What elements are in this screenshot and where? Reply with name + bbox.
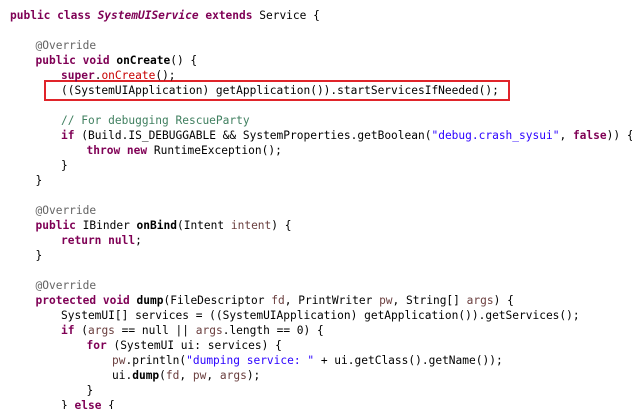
code-token: @Override <box>35 39 97 52</box>
code-token: args <box>87 324 115 337</box>
code-token: } <box>86 384 94 397</box>
code-token: throw new <box>86 144 154 157</box>
code-token: for <box>86 339 114 352</box>
code-token: { <box>101 399 115 409</box>
code-line: for (SystemUI ui: services) { <box>87 338 282 353</box>
code-token: pw <box>192 369 207 382</box>
code-token: dump <box>136 294 164 307</box>
code-line: public class SystemUIService extends Ser… <box>10 8 320 23</box>
code-line: throw new RuntimeException(); <box>87 143 282 158</box>
code-token: ( <box>81 324 88 337</box>
code-token: (Build.IS_DEBUGGABLE && SystemProperties… <box>81 129 432 142</box>
code-token: .println( <box>125 354 187 367</box>
code-token: @Override <box>35 279 97 292</box>
code-token: pw <box>379 294 393 307</box>
code-token: ui. <box>112 369 133 382</box>
code-token: intent <box>230 219 272 232</box>
code-line: } else { <box>61 398 115 409</box>
code-token: onCreate <box>101 69 156 82</box>
code-token: == null || <box>114 324 196 337</box>
code-token: , String[] <box>392 294 467 307</box>
code-token: Service { <box>259 9 320 22</box>
code-line: } <box>36 173 43 188</box>
code-line: SystemUI[] services = ((SystemUIApplicat… <box>61 308 580 323</box>
code-token: IBinder <box>82 219 137 232</box>
code-token: ) { <box>493 294 514 307</box>
code-token: fd <box>165 369 180 382</box>
code-token: } <box>61 399 75 409</box>
code-line: if (args == null || args.length == 0) { <box>61 323 324 338</box>
code-token: fd <box>271 294 285 307</box>
code-token: } <box>35 249 43 262</box>
code-token: else <box>74 399 102 409</box>
code-token: return null <box>61 234 136 247</box>
code-line: public IBinder onBind(Intent intent) { <box>36 218 292 233</box>
code-token: .length == 0) { <box>222 324 324 337</box>
code-token: // For debugging RescueParty <box>61 114 250 127</box>
code-token: args <box>195 324 223 337</box>
code-token: , <box>559 129 573 142</box>
code-token: SystemUI[] services = ((SystemUIApplicat… <box>61 309 580 322</box>
code-line: // For debugging RescueParty <box>61 113 250 128</box>
code-token: (); <box>155 69 176 82</box>
code-token: (FileDescriptor <box>163 294 272 307</box>
code-token: RuntimeException(); <box>153 144 282 157</box>
code-line: ui.dump(fd, pw, args); <box>112 368 260 383</box>
code-line: public void onCreate() { <box>36 53 198 68</box>
code-line: return null; <box>61 233 142 248</box>
code-token: + ui.getClass().getName()); <box>314 354 503 367</box>
code-token: onCreate <box>116 54 171 67</box>
code-token: "debug.crash_sysui" <box>431 129 560 142</box>
code-token: (SystemUI ui: services) { <box>113 339 282 352</box>
code-line: @Override <box>36 38 97 53</box>
code-token: } <box>61 159 68 172</box>
code-token: ); <box>246 369 261 382</box>
code-line: } <box>61 158 68 173</box>
code-token: if <box>61 129 82 142</box>
code-token: , <box>206 369 220 382</box>
code-token: , PrintWriter <box>284 294 380 307</box>
code-line: @Override <box>36 278 97 293</box>
code-token: dump <box>132 369 160 382</box>
code-line: } <box>36 248 43 263</box>
code-token: } <box>35 174 43 187</box>
code-line: @Override <box>36 203 97 218</box>
code-token: args <box>219 369 247 382</box>
code-token: SystemUIService <box>97 9 199 22</box>
code-token: @Override <box>35 204 97 217</box>
code-token: () { <box>170 54 198 67</box>
code-token: onBind <box>136 219 177 232</box>
code-line: if (Build.IS_DEBUGGABLE && SystemPropert… <box>61 128 632 143</box>
code-line: super.onCreate(); <box>61 68 176 83</box>
code-token: pw <box>112 354 126 367</box>
code-token: extends <box>198 9 260 22</box>
code-token: super <box>61 69 95 82</box>
code-editor[interactable]: public class SystemUIService extends Ser… <box>0 0 632 409</box>
code-line: ((SystemUIApplication) getApplication())… <box>61 83 499 98</box>
code-token: ; <box>135 234 142 247</box>
code-token: ( <box>159 369 166 382</box>
code-token: ((SystemUIApplication) getApplication())… <box>61 84 499 97</box>
code-token: , <box>179 369 193 382</box>
code-token: (Intent <box>176 219 231 232</box>
code-token: ) { <box>271 219 292 232</box>
code-token: public <box>35 219 83 232</box>
code-token: args <box>466 294 494 307</box>
code-line: pw.println("dumping service: " + ui.getC… <box>112 353 503 368</box>
code-token: protected void <box>35 294 137 307</box>
code-token: public class <box>10 9 98 22</box>
code-token: "dumping service: " <box>186 354 315 367</box>
code-token: false <box>572 129 607 142</box>
code-token: )) { <box>606 129 632 142</box>
code-line: } <box>87 383 94 398</box>
code-line: protected void dump(FileDescriptor fd, P… <box>36 293 514 308</box>
code-token: if <box>61 324 82 337</box>
code-token: public void <box>35 54 117 67</box>
